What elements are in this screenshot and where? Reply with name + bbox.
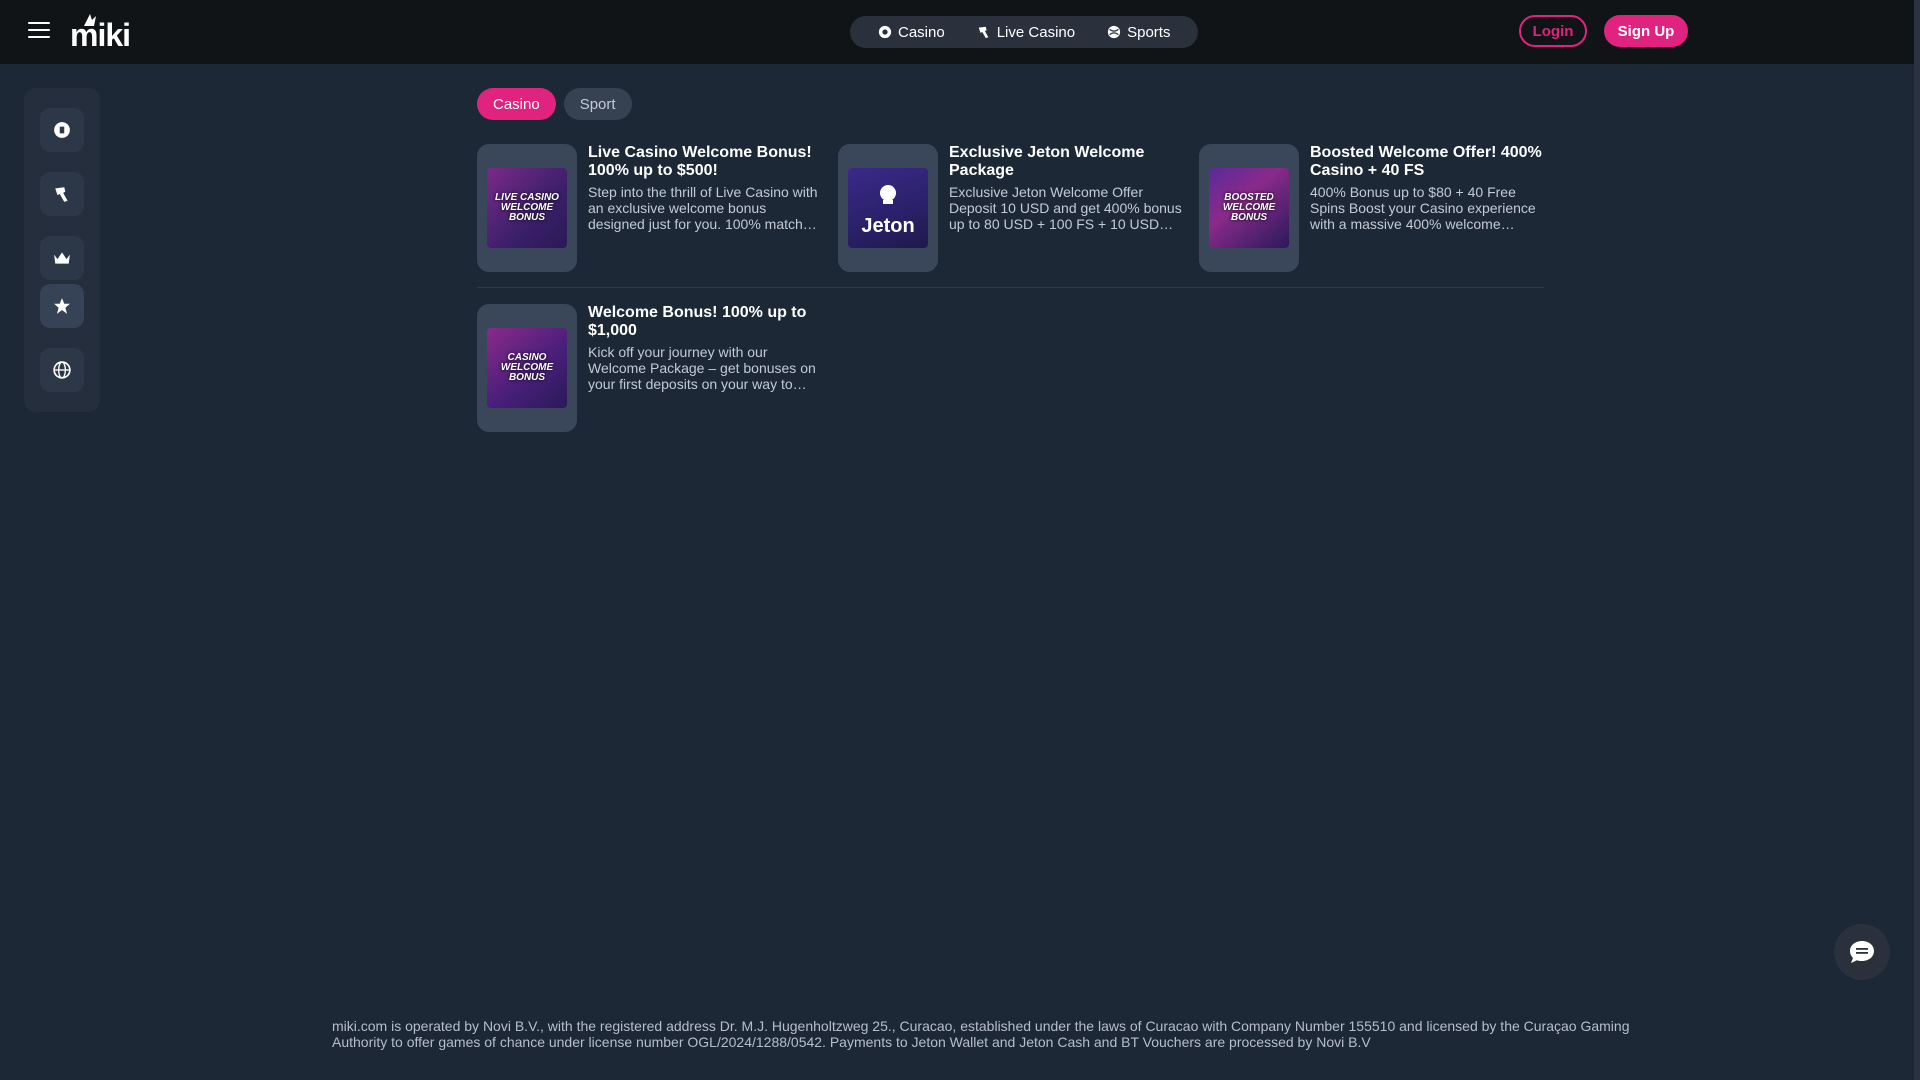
promo-image: CASINO WELCOME BONUS <box>487 328 567 408</box>
casino-chip-icon <box>54 122 70 138</box>
top-header: miki Casino Live Casino Sports Login Sig… <box>0 0 1920 64</box>
promo-card[interactable]: LIVE CASINO WELCOME BONUS Live Casino We… <box>477 144 823 272</box>
promotions-star-icon <box>54 298 70 314</box>
promo-image: BOOSTED WELCOME BONUS <box>1209 168 1289 248</box>
promo-image-label: LIVE CASINO WELCOME BONUS <box>495 192 559 223</box>
scrollbar[interactable] <box>1914 0 1920 1080</box>
promo-thumbnail[interactable]: LIVE CASINO WELCOME BONUS <box>477 144 577 272</box>
promo-description: Kick off your journey with our Welcome P… <box>588 344 816 392</box>
side-rail <box>24 88 100 412</box>
footer-legal-text: miki.com is operated by Novi B.V., with … <box>332 1018 1630 1050</box>
promo-image-label: Jeton <box>861 215 915 237</box>
menu-icon[interactable] <box>28 22 50 40</box>
promo-card[interactable]: BOOSTED WELCOME BONUS Boosted Welcome Of… <box>1199 144 1545 272</box>
promo-card[interactable]: CASINO WELCOME BONUS Welcome Bonus! 100%… <box>477 304 823 432</box>
casino-chip-icon <box>878 25 892 39</box>
logo-mark-icon <box>84 14 96 26</box>
promo-description: Exclusive Jeton Welcome Offer Deposit 10… <box>949 184 1182 232</box>
logo[interactable]: miki <box>70 12 131 52</box>
rail-casino-button[interactable] <box>40 108 84 152</box>
login-button[interactable]: Login <box>1519 15 1587 47</box>
sports-ball-icon <box>1107 25 1121 39</box>
top-nav-live-casino[interactable]: Live Casino <box>961 24 1091 41</box>
top-nav-sports[interactable]: Sports <box>1091 24 1186 41</box>
rail-live-casino-button[interactable] <box>40 172 84 216</box>
divider <box>477 287 1544 288</box>
promo-description: Step into the thrill of Live Casino with… <box>588 184 818 232</box>
tab-sport[interactable]: Sport <box>563 88 632 120</box>
promo-thumbnail[interactable]: CASINO WELCOME BONUS <box>477 304 577 432</box>
promo-image-label: CASINO WELCOME BONUS <box>500 352 554 383</box>
promo-image: Jeton <box>848 168 928 248</box>
top-nav: Casino Live Casino Sports <box>850 16 1199 48</box>
promotion-filter-tabs: Casino Sport <box>477 88 632 120</box>
promo-title[interactable]: Exclusive Jeton Welcome Package <box>949 144 1189 180</box>
rail-promotions-button[interactable] <box>40 284 84 328</box>
rail-language-button[interactable] <box>40 348 84 392</box>
promo-description: 400% Bonus up to $80 + 40 Free Spins Boo… <box>1310 184 1536 232</box>
top-nav-label: Sports <box>1127 23 1171 41</box>
chat-bubble-icon <box>1850 941 1874 963</box>
top-nav-label: Casino <box>898 23 945 41</box>
signup-button[interactable]: Sign Up <box>1604 15 1688 47</box>
promo-title[interactable]: Boosted Welcome Offer! 400% Casino + 40 … <box>1310 144 1550 180</box>
globe-icon <box>53 361 71 379</box>
top-nav-casino[interactable]: Casino <box>862 24 961 41</box>
top-nav-label: Live Casino <box>996 23 1076 41</box>
live-casino-icon <box>978 26 989 39</box>
promo-thumbnail[interactable]: BOOSTED WELCOME BONUS <box>1199 144 1299 272</box>
live-chat-button[interactable] <box>1834 924 1890 980</box>
promo-thumbnail[interactable]: Jeton <box>838 144 938 272</box>
promo-image-label: BOOSTED WELCOME BONUS <box>1222 192 1276 223</box>
promo-title[interactable]: Welcome Bonus! 100% up to $1,000 <box>588 304 828 340</box>
crown-icon <box>54 252 70 264</box>
rail-vip-button[interactable] <box>40 236 84 280</box>
tab-casino[interactable]: Casino <box>477 88 556 120</box>
jeton-mascot-icon <box>880 185 896 204</box>
promo-image: LIVE CASINO WELCOME BONUS <box>487 168 567 248</box>
live-casino-icon <box>55 187 68 202</box>
promo-card[interactable]: Jeton Exclusive Jeton Welcome Package Ex… <box>838 144 1184 272</box>
promo-title[interactable]: Live Casino Welcome Bonus! 100% up to $5… <box>588 144 828 180</box>
